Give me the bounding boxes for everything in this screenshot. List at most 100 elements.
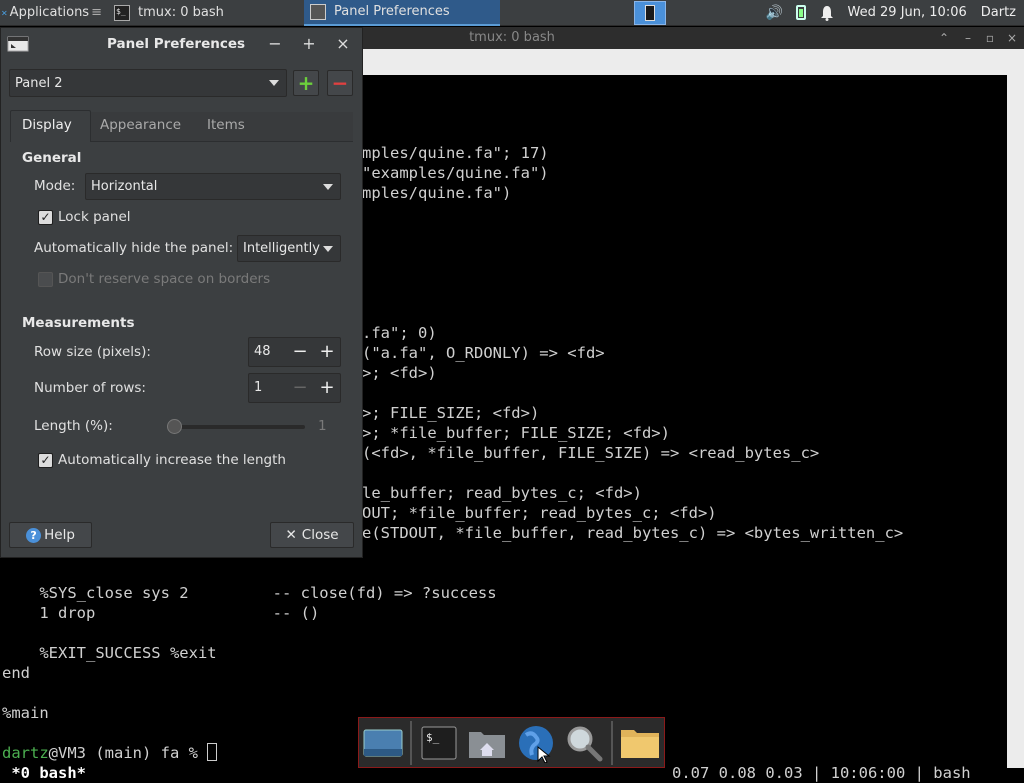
minimize-icon[interactable]: – xyxy=(960,29,976,47)
num-rows-label: Number of rows: xyxy=(34,380,146,396)
close-icon[interactable]: × xyxy=(1004,29,1020,47)
maximize-icon[interactable]: ▫ xyxy=(982,29,998,47)
lock-panel-label: Lock panel xyxy=(58,209,131,225)
minus-icon: − xyxy=(331,71,349,95)
maximize-icon[interactable]: + xyxy=(298,33,320,55)
dock-terminal[interactable]: $_ xyxy=(415,720,463,766)
mode-value: Horizontal xyxy=(91,179,158,194)
terminal-line: >; FILE_SIZE; <fd>) xyxy=(362,404,540,422)
help-label: Help xyxy=(44,527,75,543)
terminal-line: >; *file_buffer; FILE_SIZE; <fd>) xyxy=(362,424,670,442)
chevron-down-icon xyxy=(323,245,333,252)
decrement-button[interactable]: − xyxy=(289,341,311,363)
minimize-icon[interactable]: − xyxy=(264,33,286,55)
dialog-titlebar[interactable]: Panel Preferences − + × xyxy=(1,28,362,60)
reserve-space-label: Don't reserve space on borders xyxy=(58,271,271,287)
num-rows-spinner[interactable]: 1 − + xyxy=(248,373,341,403)
applications-menu[interactable]: Applications ≡ xyxy=(0,0,108,26)
taskbar-label: Panel Preferences xyxy=(334,4,450,19)
length-value: 1 xyxy=(318,418,327,434)
mode-dropdown[interactable]: Horizontal xyxy=(85,173,341,200)
help-button[interactable]: ? Help xyxy=(9,522,92,548)
volume-icon[interactable]: 🔊 xyxy=(766,5,783,21)
menu-separator-icon: ≡ xyxy=(91,5,102,20)
svg-text:$_: $_ xyxy=(426,731,440,744)
prompt-user: dartz xyxy=(2,744,49,762)
close-button[interactable]: ✕ Close xyxy=(270,522,354,548)
terminal-line: >; <fd>) xyxy=(362,364,437,382)
autohide-value: Intelligently xyxy=(243,241,320,256)
row-size-value: 48 xyxy=(254,344,271,359)
dock-file-manager[interactable] xyxy=(616,720,664,766)
window-icon xyxy=(310,3,326,20)
taskbar-label: tmux: 0 bash xyxy=(138,5,224,20)
bottom-dock: $_ xyxy=(358,717,665,768)
close-icon[interactable]: × xyxy=(332,33,354,55)
notification-bell-icon[interactable] xyxy=(820,5,834,21)
dock-show-desktop[interactable] xyxy=(359,720,407,766)
workspace-window-icon xyxy=(644,4,655,21)
dock-separator xyxy=(610,720,613,765)
decrement-button: − xyxy=(292,377,308,398)
terminal-prompt: dartz@VM3 (main) fa % xyxy=(2,743,218,763)
general-heading: General xyxy=(22,150,82,166)
clock[interactable]: Wed 29 Jun, 10:06 xyxy=(848,5,967,20)
measurements-heading: Measurements xyxy=(22,315,135,331)
help-icon: ? xyxy=(26,527,42,543)
autohide-dropdown[interactable]: Intelligently xyxy=(237,235,341,262)
panel-select-value: Panel 2 xyxy=(15,75,63,91)
home-folder-icon xyxy=(469,731,506,758)
terminal-line: e(STDOUT, *file_buffer, read_bytes_c) =>… xyxy=(362,524,904,542)
terminal-line: "examples/quine.fa") xyxy=(362,164,549,182)
dock-search[interactable] xyxy=(560,720,608,766)
increment-button[interactable]: + xyxy=(316,341,338,363)
dock-home-folder[interactable] xyxy=(463,720,511,766)
chevron-down-icon xyxy=(269,80,279,86)
terminal-line: mples/quine.fa") xyxy=(362,184,512,202)
globe-icon xyxy=(518,725,553,763)
increment-button[interactable]: + xyxy=(316,377,338,399)
top-panel: Applications ≡ $_ tmux: 0 bash Panel Pre… xyxy=(0,0,1024,26)
dock-separator xyxy=(410,720,413,765)
tab-display[interactable]: Display xyxy=(12,112,82,138)
length-label: Length (%): xyxy=(34,418,113,434)
terminal-scrollbar[interactable] xyxy=(1007,75,1024,768)
collapse-icon[interactable]: ⌃ xyxy=(936,29,952,47)
user-name[interactable]: Dartz xyxy=(981,5,1016,20)
system-tray: 🔊 Wed 29 Jun, 10:06 Dartz xyxy=(766,5,1024,21)
terminal-line: %EXIT_SUCCESS %exit xyxy=(2,644,217,662)
terminal-line: mples/quine.fa"; 17) xyxy=(362,144,549,162)
tab-appearance[interactable]: Appearance xyxy=(90,112,191,138)
length-slider[interactable] xyxy=(174,425,305,429)
terminal-line: 1 drop -- () xyxy=(2,604,320,622)
auto-length-label: Automatically increase the length xyxy=(58,452,286,468)
autohide-label: Automatically hide the panel: xyxy=(34,240,234,256)
auto-length-checkbox[interactable]: ✓ xyxy=(38,453,53,468)
panel-select-dropdown[interactable]: Panel 2 xyxy=(9,69,287,97)
remove-panel-button[interactable]: − xyxy=(327,70,353,96)
terminal-line: .fa"; 0) xyxy=(362,324,437,342)
terminal-line: ("a.fa", O_RDONLY) => <fd> xyxy=(362,344,605,362)
dock-web-browser[interactable] xyxy=(511,720,559,766)
terminal-line: %main xyxy=(2,704,49,722)
tmux-status-left: *0 bash* xyxy=(2,764,86,782)
num-rows-value: 1 xyxy=(254,380,263,395)
terminal-line: (<fd>, *file_buffer, FILE_SIZE) => <read… xyxy=(362,444,820,462)
taskbar-item-panel-preferences[interactable]: Panel Preferences xyxy=(304,0,500,26)
length-slider-handle[interactable] xyxy=(167,419,182,434)
tmux-status-right: 0.07 0.08 0.03 | 10:06:00 | bash xyxy=(672,764,971,782)
battery-icon[interactable] xyxy=(795,5,806,20)
folder-icon xyxy=(620,729,659,758)
workspace-switcher[interactable] xyxy=(633,0,666,25)
lock-panel-checkbox[interactable]: ✓ xyxy=(38,210,53,225)
magnifier-icon xyxy=(567,726,603,761)
add-panel-button[interactable]: + xyxy=(293,70,319,96)
tab-items[interactable]: Items xyxy=(197,112,255,138)
text-cursor xyxy=(207,743,218,761)
applications-label: Applications xyxy=(9,5,90,20)
plus-icon: + xyxy=(297,71,315,95)
prompt-host: @VM3 (main) fa % xyxy=(48,744,208,762)
terminal-icon: $_ xyxy=(114,4,130,21)
row-size-spinner[interactable]: 48 − + xyxy=(248,337,341,367)
taskbar-item-terminal[interactable]: $_ tmux: 0 bash xyxy=(108,0,304,26)
